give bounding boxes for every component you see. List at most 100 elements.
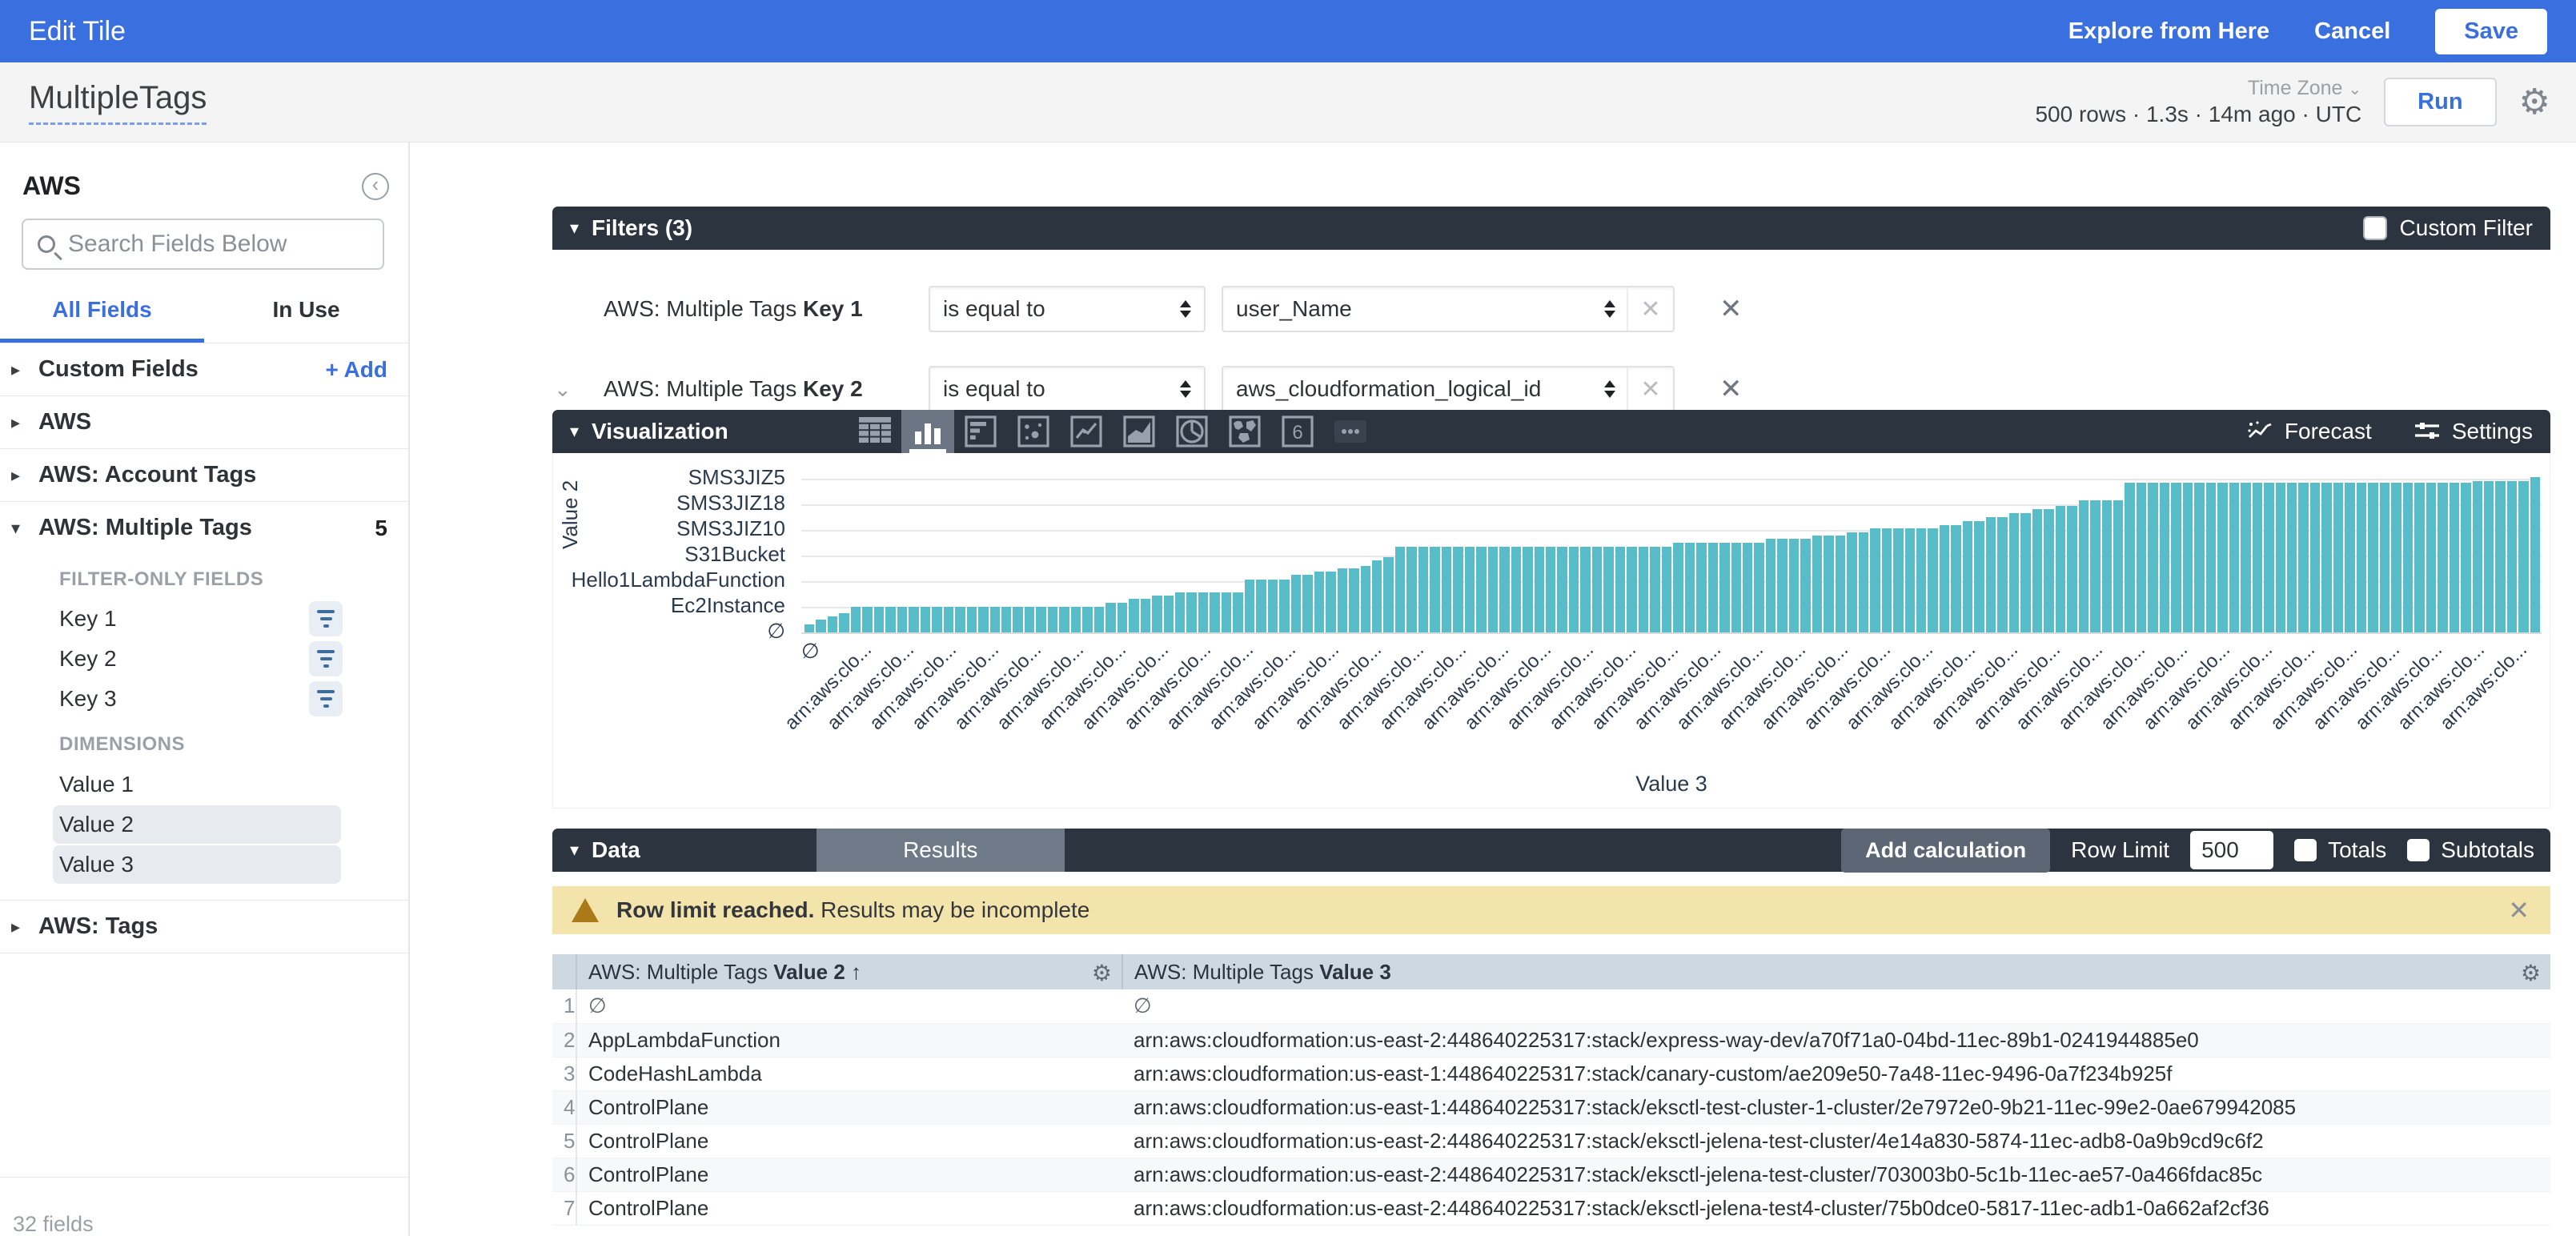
filter-only-fields-label: FILTER-ONLY FIELDS bbox=[0, 554, 408, 599]
chart-bars[interactable] bbox=[804, 474, 2540, 632]
sidebar-section-aws-account-tags[interactable]: ▸ AWS: Account Tags bbox=[0, 448, 408, 501]
filter-value-combo[interactable]: aws_cloudformation_logical_id ✕ bbox=[1222, 366, 1675, 410]
select-arrows-icon bbox=[1604, 300, 1615, 318]
gear-icon[interactable]: ⚙ bbox=[2519, 85, 2550, 120]
caret-right-icon: ▸ bbox=[11, 359, 38, 380]
sidebar-section-aws-multiple-tags[interactable]: ▾ AWS: Multiple Tags 5 bbox=[0, 501, 408, 554]
table-row[interactable]: 5 ControlPlane arn:aws:cloudformation:us… bbox=[552, 1124, 2550, 1158]
line-chart-icon[interactable] bbox=[1060, 410, 1113, 453]
filters-header[interactable]: ▾ Filters (3) Custom Filter bbox=[552, 207, 2550, 250]
settings-button[interactable]: Settings bbox=[2413, 419, 2533, 444]
totals-checkbox[interactable] bbox=[2294, 839, 2317, 861]
tab-all-fields[interactable]: All Fields bbox=[0, 297, 204, 343]
filter-icon[interactable] bbox=[309, 641, 343, 676]
caret-down-icon: ▾ bbox=[11, 518, 38, 539]
sidebar-section-custom-fields[interactable]: ▸ Custom Fields + Add bbox=[0, 343, 408, 395]
select-arrows-icon bbox=[1180, 380, 1191, 398]
filter-operator-select[interactable]: is equal to bbox=[929, 286, 1206, 332]
save-button[interactable]: Save bbox=[2435, 9, 2547, 54]
caret-right-icon: ▸ bbox=[11, 465, 38, 486]
scatter-icon[interactable] bbox=[1007, 410, 1060, 453]
filter-icon[interactable] bbox=[309, 681, 343, 716]
remove-filter-icon[interactable]: ✕ bbox=[1719, 293, 1743, 325]
table-row[interactable]: 1 ∅ ∅ bbox=[552, 989, 2550, 1023]
filter-operator-select[interactable]: is equal to bbox=[929, 366, 1206, 410]
data-title: Data bbox=[592, 837, 640, 863]
run-button[interactable]: Run bbox=[2384, 78, 2496, 126]
top-bar: Edit Tile Explore from Here Cancel Save bbox=[0, 0, 2576, 62]
subtotals-toggle[interactable]: Subtotals bbox=[2407, 837, 2534, 863]
cancel-button[interactable]: Cancel bbox=[2314, 18, 2390, 45]
column-header-value-2[interactable]: AWS: Multiple Tags Value 2 ↑ ⚙ bbox=[576, 954, 1122, 989]
table-row[interactable]: 6 ControlPlane arn:aws:cloudformation:us… bbox=[552, 1158, 2550, 1191]
remove-filter-icon[interactable]: ✕ bbox=[1719, 373, 1743, 405]
tab-results[interactable]: Results bbox=[817, 829, 1065, 872]
sidebar-section-aws-tags[interactable]: ▸ AWS: Tags bbox=[0, 900, 408, 953]
sidebar-title: AWS bbox=[22, 171, 81, 201]
query-title[interactable]: MultipleTags bbox=[29, 80, 207, 125]
table-row[interactable]: 2 AppLambdaFunction arn:aws:cloudformati… bbox=[552, 1023, 2550, 1057]
query-stats: 500 rows · 1.3s · 14m ago · UTC bbox=[2035, 102, 2361, 127]
field-key-1[interactable]: Key 1 bbox=[0, 599, 408, 639]
table-row[interactable]: 4 ControlPlane arn:aws:cloudformation:us… bbox=[552, 1090, 2550, 1124]
caret-down-icon: ▾ bbox=[570, 218, 579, 239]
sliders-icon bbox=[2413, 419, 2441, 443]
tab-in-use[interactable]: In Use bbox=[204, 297, 408, 343]
field-key-2[interactable]: Key 2 bbox=[0, 639, 408, 679]
add-custom-field-button[interactable]: + Add bbox=[325, 357, 387, 383]
single-value-icon[interactable]: 6 bbox=[1271, 410, 1324, 453]
caret-down-icon: ▾ bbox=[570, 840, 579, 861]
field-value-3[interactable]: Value 3 bbox=[53, 845, 341, 884]
add-calculation-button[interactable]: Add calculation bbox=[1841, 829, 2050, 873]
map-icon[interactable] bbox=[1218, 410, 1271, 453]
x-axis-line bbox=[801, 632, 2542, 634]
filters-body: AWS: Multiple Tags Key 1 is equal to use… bbox=[552, 250, 2550, 410]
caret-right-icon: ▸ bbox=[11, 412, 38, 433]
clear-value-icon[interactable]: ✕ bbox=[1627, 367, 1673, 410]
caret-right-icon: ▸ bbox=[11, 917, 38, 937]
bar-chart-icon[interactable] bbox=[954, 410, 1007, 453]
clear-value-icon[interactable]: ✕ bbox=[1627, 287, 1673, 331]
custom-filter-label: Custom Filter bbox=[2400, 215, 2533, 241]
column-gear-icon[interactable]: ⚙ bbox=[1092, 960, 1112, 986]
bar-chart: Value 2 ∅Ec2InstanceHello1LambdaFunction… bbox=[552, 453, 2550, 809]
field-key-3[interactable]: Key 3 bbox=[0, 679, 408, 719]
filter-value-combo[interactable]: user_Name ✕ bbox=[1222, 286, 1675, 332]
more-icon[interactable] bbox=[1324, 410, 1377, 453]
warning-icon bbox=[572, 898, 599, 922]
collapse-sidebar-icon[interactable]: ‹ bbox=[362, 173, 389, 200]
area-chart-icon[interactable] bbox=[1113, 410, 1166, 453]
svg-text:6: 6 bbox=[1292, 422, 1302, 443]
close-icon[interactable]: ✕ bbox=[2508, 895, 2530, 925]
pie-chart-icon[interactable] bbox=[1166, 410, 1218, 453]
table-row[interactable]: 7 ControlPlane arn:aws:cloudformation:us… bbox=[552, 1191, 2550, 1225]
forecast-button[interactable]: Forecast bbox=[2246, 419, 2372, 444]
field-search-box[interactable] bbox=[22, 219, 384, 270]
search-input[interactable] bbox=[68, 231, 368, 258]
totals-toggle[interactable]: Totals bbox=[2294, 837, 2386, 863]
filter-icon[interactable] bbox=[309, 601, 343, 636]
table-row[interactable]: 3 CodeHashLambda arn:aws:cloudformation:… bbox=[552, 1057, 2550, 1090]
select-arrows-icon bbox=[1604, 380, 1615, 398]
fields-count-footer: 32 fields bbox=[13, 1212, 94, 1236]
table-icon[interactable] bbox=[849, 410, 901, 453]
column-chart-icon[interactable] bbox=[901, 410, 954, 453]
row-limit-warning: Row limit reached. Results may be incomp… bbox=[552, 886, 2550, 934]
field-value-2[interactable]: Value 2 bbox=[53, 805, 341, 844]
data-header[interactable]: ▾ Data Results Add calculation Row Limit… bbox=[552, 829, 2550, 872]
custom-filter-checkbox[interactable] bbox=[2363, 216, 2387, 240]
sort-ascending-icon: ↑ bbox=[845, 960, 861, 984]
row-limit-input[interactable] bbox=[2190, 831, 2273, 869]
field-value-1[interactable]: Value 1 bbox=[53, 765, 341, 804]
explore-from-here-link[interactable]: Explore from Here bbox=[2068, 18, 2269, 45]
sidebar-section-aws[interactable]: ▸ AWS bbox=[0, 395, 408, 448]
timezone-dropdown[interactable]: Time Zone ⌄ bbox=[2248, 77, 2361, 100]
filter-row-key-1: AWS: Multiple Tags Key 1 is equal to use… bbox=[552, 269, 2550, 349]
subtotals-checkbox[interactable] bbox=[2407, 839, 2430, 861]
forecast-sparkle-icon bbox=[2246, 419, 2273, 443]
filters-title: Filters (3) bbox=[592, 215, 692, 241]
column-gear-icon[interactable]: ⚙ bbox=[2521, 960, 2541, 986]
search-icon bbox=[38, 235, 55, 253]
column-header-value-3[interactable]: AWS: Multiple Tags Value 3 ⚙ bbox=[1122, 954, 2550, 989]
visualization-header[interactable]: ▾ Visualization bbox=[552, 410, 2550, 453]
